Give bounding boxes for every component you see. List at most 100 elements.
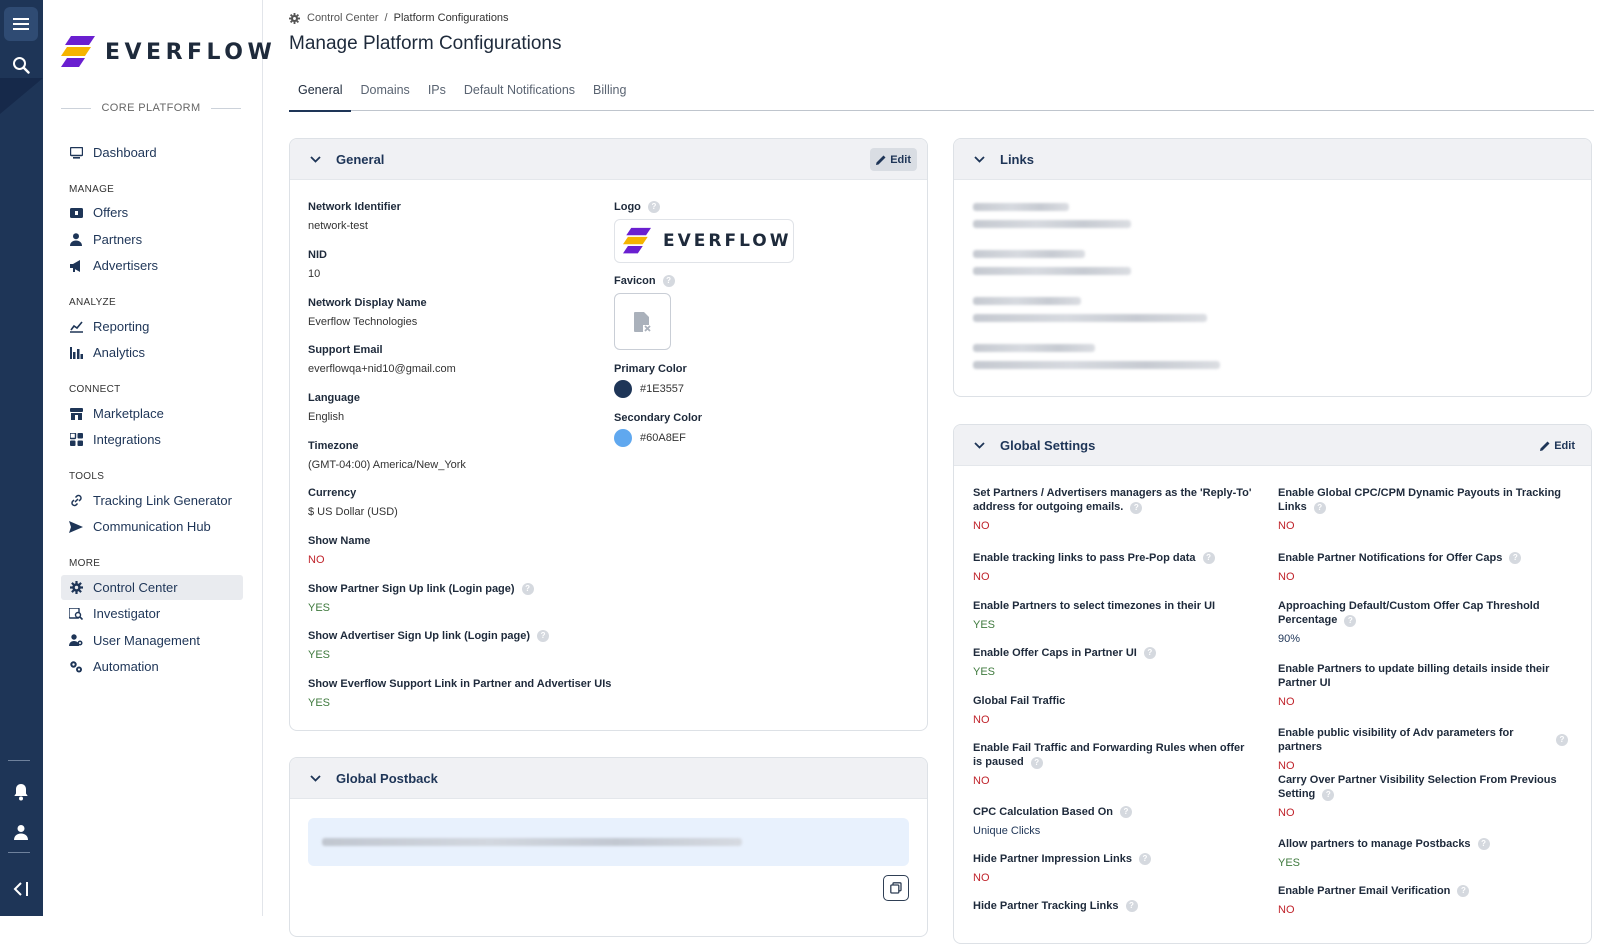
sidebar-item-integrations[interactable]: Integrations (61, 427, 243, 452)
icon-rail (0, 0, 43, 916)
sidebar-item-investigator[interactable]: Investigator (61, 601, 243, 626)
tab-domains[interactable]: Domains (351, 80, 418, 111)
help-icon[interactable]: ? (647, 201, 660, 213)
tab-general[interactable]: General (289, 80, 352, 112)
general-card-title: General (336, 151, 385, 167)
setting-cap-threshold: Approaching Default/Custom Offer Cap Thr… (1278, 600, 1540, 645)
bell-icon[interactable] (4, 775, 38, 809)
sidebar-item-analytics[interactable]: Analytics (61, 340, 243, 365)
field-language: Language English (308, 392, 360, 423)
help-icon[interactable]: ? (662, 275, 675, 287)
general-card-header[interactable]: General Edit (290, 139, 927, 180)
store-icon (69, 407, 83, 421)
tab-default-notifications[interactable]: Default Notifications (455, 80, 584, 111)
help-icon[interactable]: ? (1509, 552, 1522, 564)
breadcrumb-current: Platform Configurations (393, 12, 509, 24)
help-icon[interactable]: ? (1313, 502, 1326, 514)
everflow-logo[interactable]: EVERFLOW (61, 36, 276, 68)
setting-dynamic-payouts: Enable Global CPC/CPM Dynamic Payouts in… (1278, 487, 1562, 532)
setting-carry-over-visibility: Carry Over Partner Visibility Selection … (1278, 774, 1557, 819)
general-edit-button[interactable]: Edit (870, 148, 917, 171)
global-settings-title: Global Settings (1000, 437, 1096, 453)
field-show-advertiser-signup: Show Advertiser Sign Up link (Login page… (308, 629, 550, 661)
help-icon[interactable]: ? (1125, 900, 1138, 912)
field-show-partner-signup: Show Partner Sign Up link (Login page)? … (308, 582, 534, 614)
user-gear-icon (69, 634, 83, 648)
megaphone-icon (69, 259, 83, 273)
sidebar-item-dashboard[interactable]: Dashboard (61, 140, 243, 165)
help-icon[interactable]: ? (1130, 502, 1143, 514)
analytics-icon (69, 346, 83, 360)
help-icon[interactable]: ? (521, 583, 534, 595)
sidebar-item-user-management[interactable]: User Management (61, 628, 243, 653)
help-icon[interactable]: ? (1457, 885, 1470, 897)
help-icon[interactable]: ? (1556, 734, 1568, 746)
sidebar-item-automation[interactable]: Automation (61, 654, 243, 679)
field-logo: Logo? EVERFLOW (614, 200, 794, 263)
field-nid: NID 10 (308, 249, 327, 280)
setting-hide-tracking-links: Hide Partner Tracking Links? (973, 899, 1253, 913)
global-postback-card: Global Postback (289, 757, 928, 937)
gear-icon (289, 12, 300, 24)
field-network-display-name: Network Display Name Everflow Technologi… (308, 297, 427, 328)
sidebar-item-marketplace[interactable]: Marketplace (61, 401, 243, 426)
links-card: Links (953, 138, 1592, 397)
sidebar-item-advertisers[interactable]: Advertisers (61, 253, 243, 278)
pencil-icon (1540, 441, 1550, 451)
redacted-link-2 (973, 250, 1131, 275)
copy-button[interactable] (883, 875, 909, 901)
gear-icon (69, 581, 83, 595)
chevron-down-icon[interactable] (308, 771, 322, 785)
sidebar-item-offers[interactable]: Offers (61, 200, 243, 225)
help-icon[interactable]: ? (1138, 853, 1151, 865)
section-tools: TOOLS (69, 471, 105, 482)
search-icon[interactable] (4, 48, 38, 82)
tab-billing[interactable]: Billing (584, 80, 635, 111)
help-icon[interactable]: ? (1119, 806, 1132, 818)
sidebar-item-tracking-link-generator[interactable]: Tracking Link Generator (61, 488, 243, 513)
copy-icon (890, 882, 902, 894)
tab-ips[interactable]: IPs (419, 80, 455, 111)
chevron-down-icon[interactable] (308, 152, 322, 166)
sidebar-item-partners[interactable]: Partners (61, 227, 243, 252)
breadcrumb-root[interactable]: Control Center (307, 12, 379, 24)
redacted-link-4 (973, 344, 1220, 369)
logo-preview[interactable]: EVERFLOW (614, 219, 794, 263)
chevron-down-icon[interactable] (972, 438, 986, 452)
help-icon[interactable]: ? (537, 630, 550, 642)
sidebar-item-reporting[interactable]: Reporting (61, 314, 243, 339)
help-icon[interactable]: ? (1202, 552, 1215, 564)
setting-manage-postbacks: Allow partners to manage Postbacks? YES (1278, 837, 1568, 869)
setting-partner-email-verification: Enable Partner Email Verification? NO (1278, 884, 1568, 916)
links-card-title: Links (1000, 151, 1034, 167)
breadcrumb-separator: / (384, 12, 388, 24)
postback-url-field[interactable] (308, 818, 909, 866)
setting-partner-billing: Enable Partners to update billing detail… (1278, 663, 1550, 708)
field-secondary-color: Secondary Color #60A8EF (614, 411, 702, 447)
field-show-support-link: Show Everflow Support Link in Partner an… (308, 678, 612, 709)
links-card-header[interactable]: Links (954, 139, 1591, 180)
investigator-icon (69, 607, 83, 621)
chevron-down-icon[interactable] (972, 152, 986, 166)
section-connect: CONNECT (69, 384, 121, 395)
collapse-sidebar-icon[interactable] (4, 872, 38, 906)
global-postback-header[interactable]: Global Postback (290, 758, 927, 799)
menu-icon[interactable] (4, 7, 38, 41)
help-icon[interactable]: ? (1477, 838, 1490, 850)
setting-pre-pop: Enable tracking links to pass Pre-Pop da… (973, 551, 1253, 583)
sidebar-item-communication-hub[interactable]: Communication Hub (61, 514, 243, 539)
help-icon[interactable]: ? (1143, 647, 1156, 659)
redacted-link-1 (973, 203, 1131, 228)
global-postback-title: Global Postback (336, 770, 438, 786)
favicon-preview[interactable] (614, 293, 671, 350)
help-icon[interactable]: ? (1030, 757, 1043, 769)
reporting-icon (69, 320, 83, 334)
global-settings-header[interactable]: Global Settings Edit (954, 425, 1591, 466)
help-icon[interactable]: ? (1344, 615, 1357, 627)
sidebar-item-control-center[interactable]: Control Center (61, 575, 243, 600)
global-settings-edit-button[interactable]: Edit (1534, 434, 1581, 457)
rail-divider (8, 760, 30, 761)
user-icon[interactable] (4, 815, 38, 849)
general-card: General Edit Network Identifier network-… (289, 138, 928, 731)
help-icon[interactable]: ? (1322, 789, 1335, 801)
